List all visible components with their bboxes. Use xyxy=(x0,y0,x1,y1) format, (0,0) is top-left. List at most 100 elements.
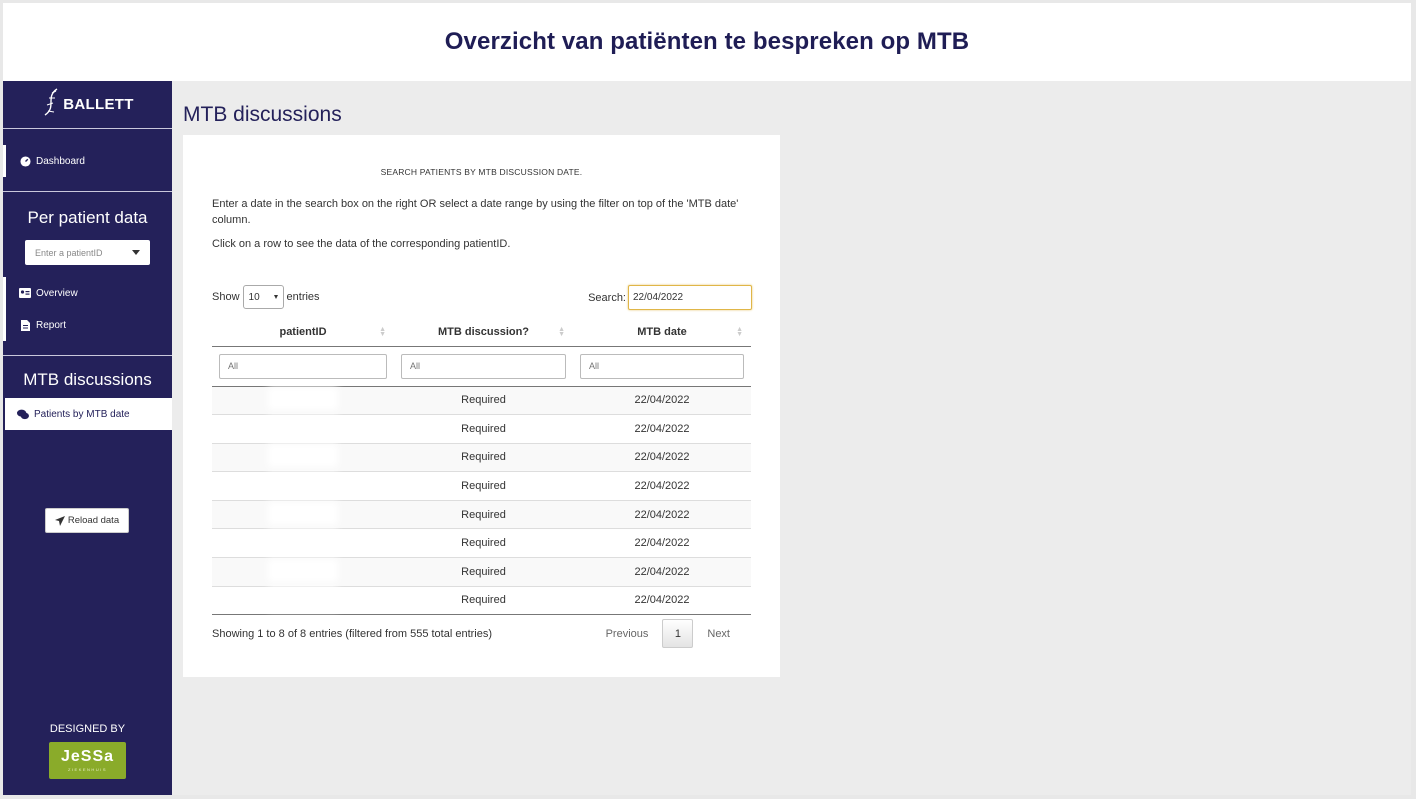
redacted-patientid xyxy=(272,562,334,578)
sidebar-item-dashboard[interactable]: Dashboard xyxy=(3,145,172,177)
per-patient-title: Per patient data xyxy=(27,208,148,227)
search-label: Search: xyxy=(588,291,626,304)
table-row[interactable]: Required 22/04/2022 xyxy=(212,528,751,559)
jessa-logo: JeSSa ZIEKENHUIS xyxy=(49,742,126,779)
patientid-cell xyxy=(212,586,394,616)
previous-page-button[interactable]: Previous xyxy=(596,628,659,640)
date-cell: 22/04/2022 xyxy=(573,557,751,587)
table-row[interactable]: Required 22/04/2022 xyxy=(212,386,751,416)
instruction-text: Click on a row to see the data of the co… xyxy=(212,238,511,250)
patientid-cell xyxy=(212,414,394,444)
divider xyxy=(3,191,172,192)
table-row[interactable]: Required 22/04/2022 xyxy=(212,471,751,501)
column-label: MTB discussion? xyxy=(437,325,530,338)
comments-icon xyxy=(17,408,29,420)
id-card-icon xyxy=(19,287,31,299)
page-title: Overzicht van patiënten te bespreken op … xyxy=(444,28,970,55)
patientid-filter-input[interactable] xyxy=(219,353,387,379)
table-row[interactable]: Required 22/04/2022 xyxy=(212,500,751,530)
reload-label: Reload data xyxy=(67,515,120,526)
redacted-patientid xyxy=(272,391,334,407)
patientid-cell xyxy=(212,500,394,530)
patient-select-placeholder: Enter a patientID xyxy=(35,247,103,258)
search-input[interactable] xyxy=(628,285,752,310)
sidebar-item-label: Patients by MTB date xyxy=(34,408,130,420)
next-page-button[interactable]: Next xyxy=(697,628,740,640)
page-length-select[interactable]: 10 xyxy=(242,285,284,309)
patientid-cell xyxy=(212,471,394,501)
divider xyxy=(3,355,172,356)
dashboard-icon xyxy=(19,155,31,167)
file-icon xyxy=(19,319,31,331)
sidebar-item-overview[interactable]: Overview xyxy=(3,277,172,309)
entries-label: entries xyxy=(286,291,320,303)
discussion-filter-input[interactable] xyxy=(401,353,566,379)
date-cell: 22/04/2022 xyxy=(573,414,751,444)
discussion-cell: Required xyxy=(394,386,573,416)
instruction-text: Enter a date in the search box on the ri… xyxy=(212,198,739,226)
table-row[interactable]: Required 22/04/2022 xyxy=(212,414,751,444)
redacted-patientid xyxy=(272,419,334,435)
sidebar-item-label: Dashboard xyxy=(36,155,85,167)
column-header-mtb-discussion[interactable]: MTB discussion? ▲ ▼ xyxy=(394,318,573,347)
table-row[interactable]: Required 22/04/2022 xyxy=(212,586,751,616)
sidebar-item-patients-by-date[interactable]: Patients by MTB date xyxy=(5,398,172,430)
logo-text: BALLETT xyxy=(63,96,134,113)
patient-id-select[interactable]: Enter a patientID xyxy=(25,240,150,265)
app-frame: Overzicht van patiënten te bespreken op … xyxy=(3,3,1411,795)
paper-plane-icon xyxy=(54,515,65,526)
column-header-patientid[interactable]: patientID ▲ ▼ xyxy=(212,318,394,347)
dna-icon xyxy=(41,87,61,123)
discussion-cell: Required xyxy=(394,471,573,501)
jessa-logo-text: JeSSa xyxy=(60,748,115,765)
pagination: Previous 1 Next xyxy=(596,619,740,648)
patientid-cell xyxy=(212,557,394,587)
table-search: Search: xyxy=(588,285,752,310)
sidebar-item-report[interactable]: Report xyxy=(3,309,172,341)
show-label: Show xyxy=(212,291,240,303)
table-row[interactable]: Required 22/04/2022 xyxy=(212,557,751,587)
redacted-patientid xyxy=(272,505,334,521)
designed-by-label: DESIGNED BY xyxy=(49,723,126,735)
discussion-cell: Required xyxy=(394,414,573,444)
column-header-mtb-date[interactable]: MTB date ▲ ▼ xyxy=(573,318,751,347)
mtb-title: MTB discussions xyxy=(23,370,152,389)
redacted-patientid xyxy=(272,534,334,550)
patientid-cell xyxy=(212,443,394,473)
discussion-cell: Required xyxy=(394,443,573,473)
filter-cell xyxy=(212,346,394,387)
filter-cell xyxy=(573,346,751,387)
column-label: MTB date xyxy=(637,325,687,338)
discussion-cell: Required xyxy=(394,528,573,559)
table-info: Showing 1 to 8 of 8 entries (filtered fr… xyxy=(212,628,493,640)
redacted-patientid xyxy=(272,448,334,464)
sort-icon: ▲ ▼ xyxy=(736,326,743,338)
page-1-button[interactable]: 1 xyxy=(662,619,694,648)
sort-icon: ▲ ▼ xyxy=(379,326,386,338)
sidebar: BALLETT Dashboard Per patient data Enter… xyxy=(3,81,172,795)
ballett-logo[interactable]: BALLETT xyxy=(3,81,172,129)
date-cell: 22/04/2022 xyxy=(573,528,751,559)
page-length-value: 10 xyxy=(248,291,260,303)
redacted-patientid xyxy=(272,591,334,607)
page-heading: MTB discussions xyxy=(183,103,342,126)
redacted-patientid xyxy=(272,477,334,493)
sidebar-item-label: Report xyxy=(36,319,67,331)
sidebar-item-label: Overview xyxy=(36,287,78,299)
page-length-control: Show 10 entries xyxy=(212,285,320,309)
date-cell: 22/04/2022 xyxy=(573,386,751,416)
sort-icon: ▲ ▼ xyxy=(558,326,565,338)
reload-data-button[interactable]: Reload data xyxy=(45,508,129,533)
content-box: SEARCH PATIENTS BY MTB DISCUSSION DATE. … xyxy=(183,135,780,677)
title-bar: Overzicht van patiënten te bespreken op … xyxy=(3,3,1411,81)
column-label: patientID xyxy=(279,325,327,338)
date-cell: 22/04/2022 xyxy=(573,443,751,473)
date-cell: 22/04/2022 xyxy=(573,586,751,616)
jessa-logo-subtext: ZIEKENHUIS xyxy=(67,767,107,772)
box-heading: SEARCH PATIENTS BY MTB DISCUSSION DATE. xyxy=(380,167,583,177)
table-row[interactable]: Required 22/04/2022 xyxy=(212,443,751,473)
chevron-down-icon xyxy=(273,295,278,299)
discussion-cell: Required xyxy=(394,586,573,616)
date-filter-input[interactable] xyxy=(580,353,744,379)
patientid-cell xyxy=(212,386,394,416)
